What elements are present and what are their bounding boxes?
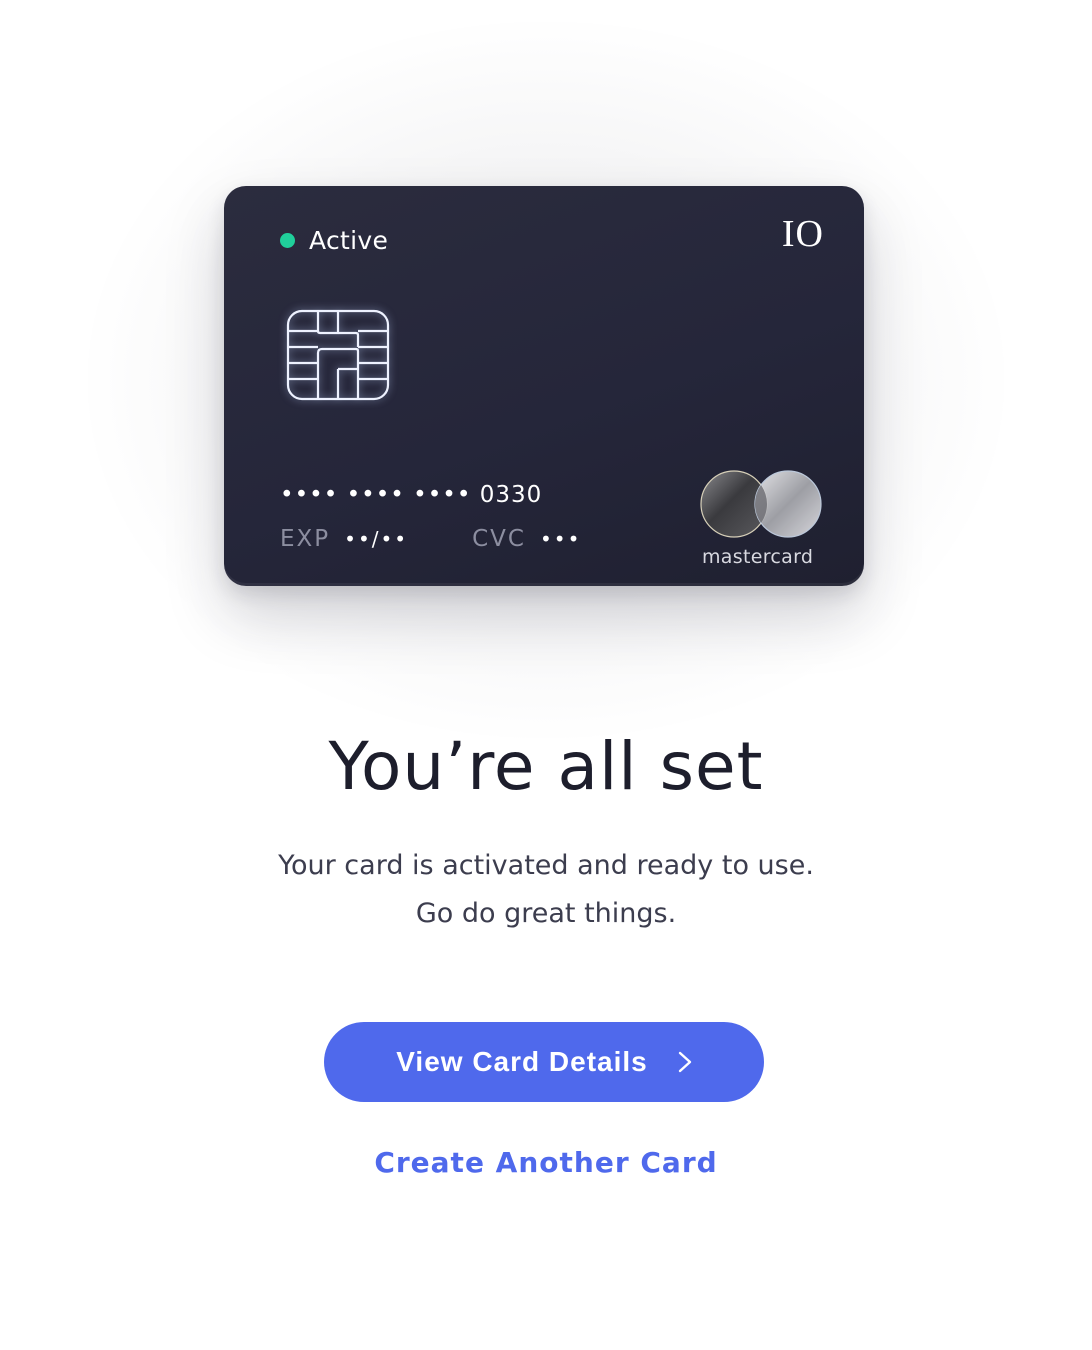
card-chip-icon: [286, 309, 390, 401]
view-card-details-label: View Card Details: [396, 1046, 648, 1077]
create-another-card-link[interactable]: Create Another Card: [0, 1146, 1092, 1179]
mastercard-logo-icon: [700, 470, 822, 538]
expiry-label: EXP: [280, 526, 331, 552]
card-status-label: Active: [309, 226, 389, 255]
view-card-details-button[interactable]: View Card Details: [324, 1022, 764, 1102]
status-dot-icon: [280, 233, 295, 248]
chevron-right-icon: [678, 1051, 691, 1073]
cvc-value: •••: [539, 527, 582, 551]
payment-card[interactable]: Active IO •••• •••• •••• 0330 EXP ••/•• …: [224, 186, 864, 586]
card-network-name: mastercard: [702, 546, 814, 568]
expiry-value: ••/••: [344, 527, 409, 551]
brand-logo: IO: [781, 213, 824, 255]
confirmation-line-1: Your card is activated and ready to use.: [278, 850, 814, 881]
card-details-row: EXP ••/•• CVC •••: [280, 526, 581, 552]
cvc-label: CVC: [472, 526, 526, 552]
card-status: Active: [280, 226, 388, 255]
confirmation-message: Your card is activated and ready to use.…: [0, 842, 1092, 938]
page-title: You’re all set: [328, 728, 764, 805]
card-number: •••• •••• •••• 0330: [280, 482, 543, 508]
confirmation-line-2: Go do great things.: [415, 898, 677, 929]
